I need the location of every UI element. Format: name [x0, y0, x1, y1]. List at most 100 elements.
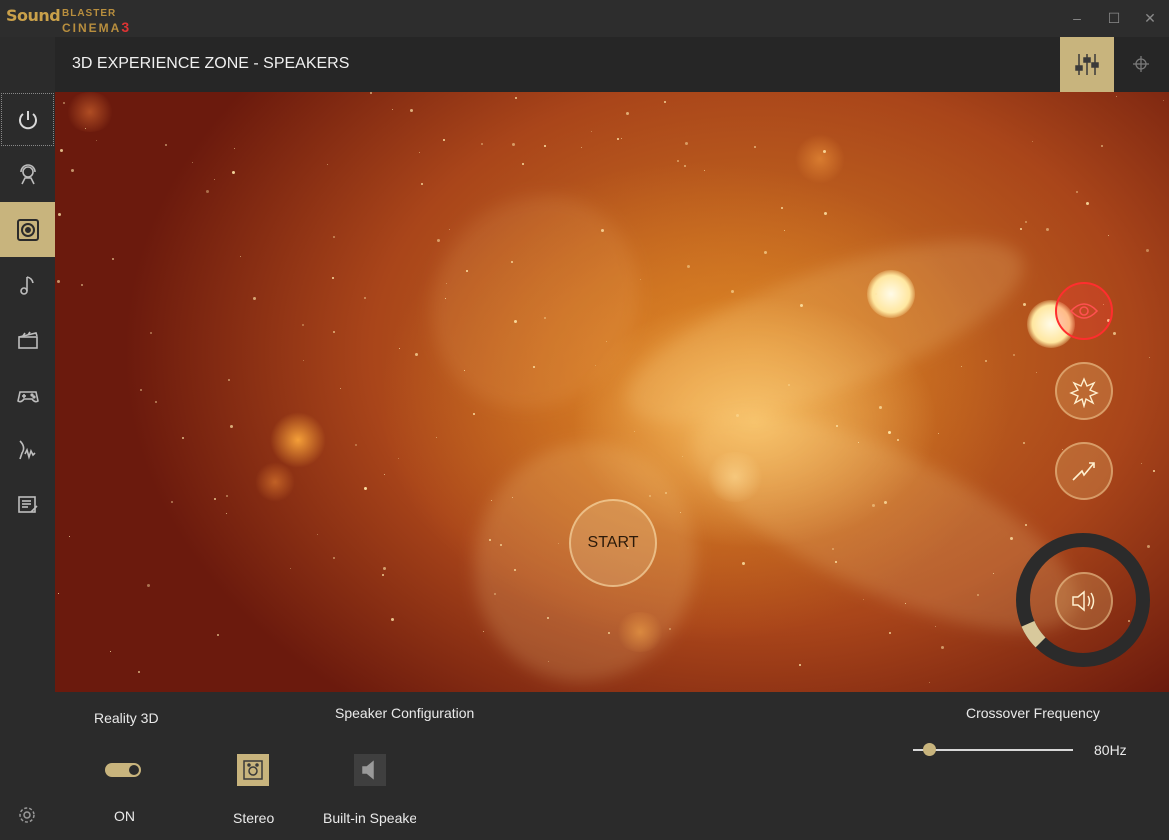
- star-dot: [858, 442, 859, 443]
- maximize-button[interactable]: ☐: [1103, 8, 1125, 28]
- star-dot: [112, 258, 114, 260]
- star-dot: [81, 284, 83, 286]
- settings-button[interactable]: [17, 805, 37, 830]
- star-dot: [935, 626, 936, 627]
- crossover-slider-track[interactable]: [913, 749, 1073, 751]
- sidebar-item-speakers[interactable]: [0, 202, 55, 257]
- star-dot: [150, 332, 152, 334]
- star-dot: [96, 140, 97, 141]
- crossover-label: Crossover Frequency: [966, 705, 1100, 721]
- star-dot: [1163, 100, 1164, 101]
- star-dot: [1108, 235, 1109, 236]
- star-dot: [938, 433, 939, 434]
- star-dot: [684, 165, 686, 167]
- star-dot: [649, 495, 651, 497]
- voice-wave-icon: [18, 439, 36, 460]
- star-dot: [617, 138, 619, 140]
- star-dot: [355, 444, 357, 446]
- star-dot: [704, 170, 705, 171]
- equalizer-icon: [1075, 54, 1099, 75]
- star-dot: [421, 183, 423, 185]
- star-dot: [228, 379, 230, 381]
- star-dot: [993, 573, 994, 574]
- star-dot: [835, 561, 837, 563]
- star-dot: [302, 324, 304, 326]
- star-dot: [489, 539, 491, 541]
- star-dot: [544, 317, 546, 319]
- star-dot: [788, 384, 790, 386]
- star-dot: [742, 562, 745, 565]
- eye-button[interactable]: [1055, 282, 1113, 340]
- star-dot: [392, 109, 393, 110]
- star-dot: [601, 229, 604, 232]
- star-dot: [1076, 191, 1078, 193]
- crossover-slider-knob[interactable]: [923, 743, 936, 756]
- speaker-icon: [16, 218, 39, 241]
- volume-button[interactable]: [1055, 572, 1113, 630]
- crosshair-icon: [1133, 56, 1149, 72]
- star-dot: [621, 138, 622, 139]
- star-dot: [494, 593, 496, 595]
- star-dot: [69, 536, 70, 537]
- target-button[interactable]: [1114, 37, 1169, 92]
- star-dot: [226, 495, 228, 497]
- stereo-button[interactable]: [237, 754, 269, 786]
- star-dot: [736, 414, 739, 417]
- star-dot: [512, 497, 513, 498]
- star-dot: [680, 512, 681, 513]
- star-dot: [138, 671, 140, 673]
- star-dot: [522, 163, 524, 165]
- start-button[interactable]: START: [569, 499, 657, 587]
- star-dot: [364, 297, 366, 299]
- star-dot: [985, 360, 987, 362]
- reality3d-toggle[interactable]: [105, 763, 141, 777]
- star-dot: [58, 213, 61, 216]
- explosion-button[interactable]: [1055, 362, 1113, 420]
- light-beam: [607, 203, 1043, 461]
- star-dot: [370, 92, 372, 94]
- star-dot: [446, 283, 447, 284]
- star-dot: [961, 366, 962, 367]
- star-dot: [1141, 463, 1142, 464]
- sidebar-item-profile[interactable]: [0, 147, 55, 202]
- star-dot: [1101, 145, 1103, 147]
- gamepad-icon: [16, 390, 39, 402]
- star-dot: [879, 406, 882, 409]
- lightning-icon: [1072, 462, 1095, 481]
- sidebar-item-movie[interactable]: [0, 312, 55, 367]
- star-dot: [1010, 537, 1013, 540]
- star-dot: [1036, 372, 1037, 373]
- star-dot: [481, 143, 483, 145]
- sidebar-item-music[interactable]: [0, 257, 55, 312]
- star-dot: [1086, 202, 1089, 205]
- reality3d-state: ON: [114, 808, 135, 824]
- star-dot: [214, 179, 215, 180]
- star-dot: [217, 634, 219, 636]
- star-dot: [491, 500, 492, 501]
- star-dot: [1032, 141, 1033, 142]
- star-dot: [232, 171, 235, 174]
- minimize-button[interactable]: –: [1066, 8, 1088, 28]
- builtin-speaker-button[interactable]: [354, 754, 386, 786]
- sidebar-item-power[interactable]: [0, 92, 55, 147]
- star-dot: [606, 341, 607, 342]
- clapperboard-icon: [17, 331, 38, 349]
- close-button[interactable]: ✕: [1139, 8, 1161, 28]
- sidebar-item-voice[interactable]: [0, 422, 55, 477]
- star-dot: [71, 169, 74, 172]
- star-dot: [85, 128, 86, 129]
- lightning-button[interactable]: [1055, 442, 1113, 500]
- light-orb: [795, 134, 845, 184]
- star-dot: [548, 661, 549, 662]
- sidebar-item-notes[interactable]: [0, 477, 55, 532]
- star-dot: [226, 513, 227, 514]
- app-logo: Sound BLASTER CINEMA3: [6, 4, 156, 35]
- star-dot: [240, 256, 241, 257]
- equalizer-button[interactable]: [1060, 37, 1114, 92]
- star-dot: [384, 474, 385, 475]
- star-dot: [682, 456, 683, 457]
- star-dot: [483, 631, 484, 632]
- star-dot: [941, 646, 944, 649]
- star-dot: [1013, 354, 1015, 356]
- sidebar-item-game[interactable]: [0, 367, 55, 422]
